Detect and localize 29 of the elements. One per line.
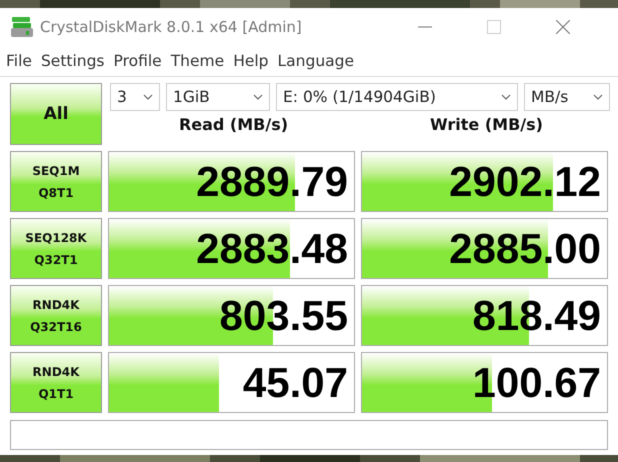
- menu-item[interactable]: Settings: [40, 52, 105, 70]
- chevron-down-icon: [143, 94, 153, 100]
- dropdown[interactable]: 3: [110, 83, 160, 111]
- menu-item[interactable]: File: [6, 52, 32, 70]
- result-value: 45.07: [242, 358, 348, 406]
- test-button[interactable]: RND4K Q1T1: [10, 352, 102, 413]
- dropdown[interactable]: MB/s: [524, 83, 610, 111]
- close-icon[interactable]: [556, 20, 570, 34]
- test-button[interactable]: SEQ1M Q8T1: [10, 151, 102, 212]
- chevron-down-icon: [253, 94, 263, 100]
- disk-drive-icon: [10, 14, 34, 38]
- menu-item[interactable]: Theme: [170, 52, 224, 70]
- window-title: CrystalDiskMark 8.0.1 x64 [Admin]: [40, 18, 302, 36]
- result-value: 818.49: [472, 292, 601, 340]
- all-button[interactable]: All: [10, 83, 102, 145]
- result-value: 803.55: [220, 292, 348, 340]
- column-header: Read (MB/s): [178, 115, 290, 134]
- comment-field[interactable]: [10, 420, 608, 450]
- chevron-down-icon: [593, 94, 603, 100]
- dropdown[interactable]: E: 0% (1/14904GiB): [276, 83, 518, 111]
- chevron-down-icon: [501, 94, 511, 100]
- result-value: 100.67: [472, 358, 601, 406]
- test-button[interactable]: SEQ128K Q32T1: [10, 218, 102, 279]
- test-button[interactable]: RND4K Q32T16: [10, 285, 102, 346]
- menu-item[interactable]: Help: [233, 52, 269, 70]
- dropdown[interactable]: 1GiB: [166, 83, 270, 111]
- menu-item[interactable]: Language: [278, 52, 354, 70]
- menu-item[interactable]: Profile: [114, 52, 162, 70]
- column-header: Write (MB/s): [429, 115, 544, 134]
